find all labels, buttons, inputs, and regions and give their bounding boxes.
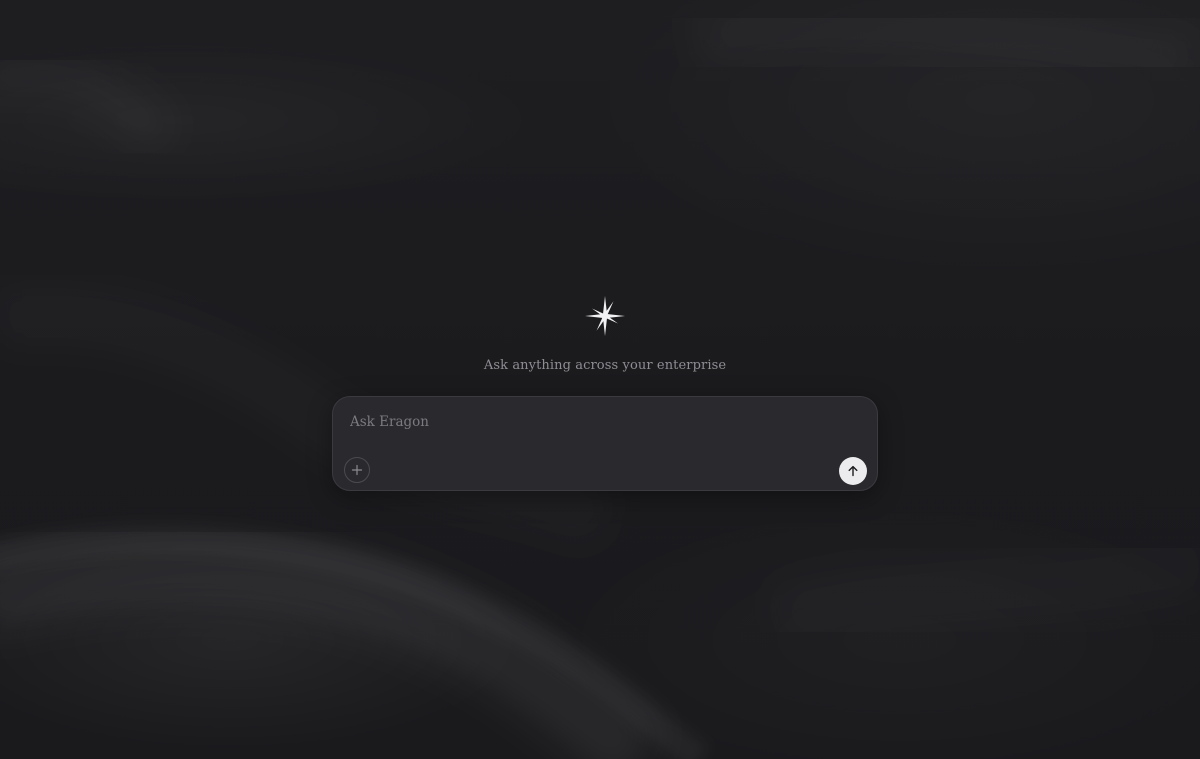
app-background: Ask anything across your enterprise <box>0 0 1200 759</box>
main-content: Ask anything across your enterprise <box>0 0 1200 759</box>
send-button[interactable] <box>839 457 867 485</box>
plus-icon <box>351 464 363 476</box>
chat-composer <box>332 396 878 491</box>
sparkle-star-icon <box>585 296 625 336</box>
arrow-up-icon <box>848 465 858 477</box>
ask-input[interactable] <box>350 411 850 433</box>
tagline: Ask anything across your enterprise <box>483 358 727 373</box>
add-attachment-button[interactable] <box>344 457 370 483</box>
